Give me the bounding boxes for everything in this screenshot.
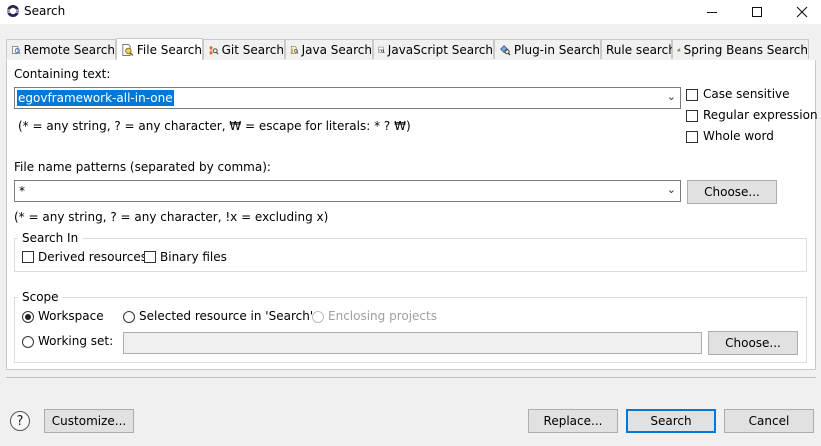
tab-java-search[interactable]: J Java Search xyxy=(285,39,373,59)
git-search-icon xyxy=(209,45,219,55)
tab-remote-search[interactable]: Remote Search xyxy=(6,39,116,59)
customize-button[interactable]: Customize... xyxy=(44,409,134,433)
tab-label: Java Search xyxy=(301,42,372,57)
regular-expression-label[interactable]: Regular expression xyxy=(703,108,818,122)
containing-text-input[interactable]: egovframework-all-in-one ⌄ xyxy=(14,87,681,109)
window-title: Search xyxy=(24,4,66,18)
tab-rule-search[interactable]: Rule search xyxy=(601,39,676,59)
tab-file-search[interactable]: File Search xyxy=(116,38,203,60)
search-tab-strip: Remote Search File Search Git Search J J… xyxy=(6,38,816,61)
file-patterns-hint: (* = any string, ? = any character, !x =… xyxy=(14,210,329,224)
enclosing-projects-radio xyxy=(312,311,324,323)
javascript-search-icon: JS xyxy=(378,46,385,53)
chevron-down-icon[interactable]: ⌄ xyxy=(667,183,676,196)
tab-git-search[interactable]: Git Search xyxy=(203,39,285,59)
plugin-search-icon xyxy=(500,44,511,55)
replace-button[interactable]: Replace... xyxy=(528,409,618,433)
selected-resource-label[interactable]: Selected resource in 'Search' xyxy=(139,309,313,323)
help-icon[interactable]: ? xyxy=(10,411,30,431)
file-patterns-label: File name patterns (separated by comma): xyxy=(14,160,271,174)
containing-text-label: Containing text: xyxy=(14,67,111,81)
file-search-icon xyxy=(122,43,134,56)
binary-files-checkbox[interactable] xyxy=(144,251,156,263)
maximize-icon[interactable] xyxy=(735,0,779,24)
scope-title: Scope xyxy=(18,290,63,304)
search-in-title: Search In xyxy=(18,231,83,245)
workspace-radio[interactable] xyxy=(22,311,34,323)
working-set-field xyxy=(123,332,702,354)
selected-resource-radio[interactable] xyxy=(123,311,135,323)
working-set-choose-button[interactable]: Choose... xyxy=(708,331,798,355)
tab-label: Git Search xyxy=(221,42,284,57)
file-patterns-choose-button[interactable]: Choose... xyxy=(687,180,777,204)
tab-plugin-search[interactable]: Plug-in Search xyxy=(494,39,601,59)
whole-word-label[interactable]: Whole word xyxy=(703,129,774,143)
derived-resources-label[interactable]: Derived resources xyxy=(38,250,147,264)
spring-beans-icon xyxy=(677,48,681,52)
close-icon[interactable] xyxy=(780,0,821,24)
remote-search-icon xyxy=(12,45,21,54)
containing-text-hint: (* = any string, ? = any character, ₩ = … xyxy=(18,119,411,133)
enclosing-projects-label: Enclosing projects xyxy=(328,309,437,323)
footer-separator xyxy=(6,377,816,378)
case-sensitive-label[interactable]: Case sensitive xyxy=(703,87,790,101)
file-patterns-value: * xyxy=(19,184,25,198)
binary-files-label[interactable]: Binary files xyxy=(160,250,227,264)
whole-word-checkbox[interactable] xyxy=(686,131,698,143)
workspace-label[interactable]: Workspace xyxy=(38,309,104,323)
java-search-icon: J xyxy=(291,45,299,54)
containing-text-value: egovframework-all-in-one xyxy=(17,90,174,106)
derived-resources-checkbox[interactable] xyxy=(22,251,34,263)
eclipse-app-icon xyxy=(7,5,19,17)
search-button[interactable]: Search xyxy=(626,409,716,433)
tab-javascript-search[interactable]: JS JavaScript Search xyxy=(373,39,494,59)
tab-label: Plug-in Search xyxy=(513,42,600,57)
working-set-label[interactable]: Working set: xyxy=(38,334,113,348)
tab-label: Remote Search xyxy=(23,42,115,57)
tab-label: Spring Beans Search xyxy=(683,42,808,57)
tab-spring-beans-search[interactable]: Spring Beans Search xyxy=(672,39,809,59)
tab-label: Rule search xyxy=(606,42,676,57)
file-patterns-input[interactable]: * ⌄ xyxy=(14,180,681,202)
working-set-radio[interactable] xyxy=(22,336,34,348)
case-sensitive-checkbox[interactable] xyxy=(686,89,698,101)
tab-label: JavaScript Search xyxy=(387,42,493,57)
tab-label: File Search xyxy=(136,42,202,57)
regular-expression-checkbox[interactable] xyxy=(686,110,698,122)
minimize-icon[interactable] xyxy=(690,0,734,24)
chevron-down-icon[interactable]: ⌄ xyxy=(667,90,676,103)
cancel-button[interactable]: Cancel xyxy=(724,409,814,433)
